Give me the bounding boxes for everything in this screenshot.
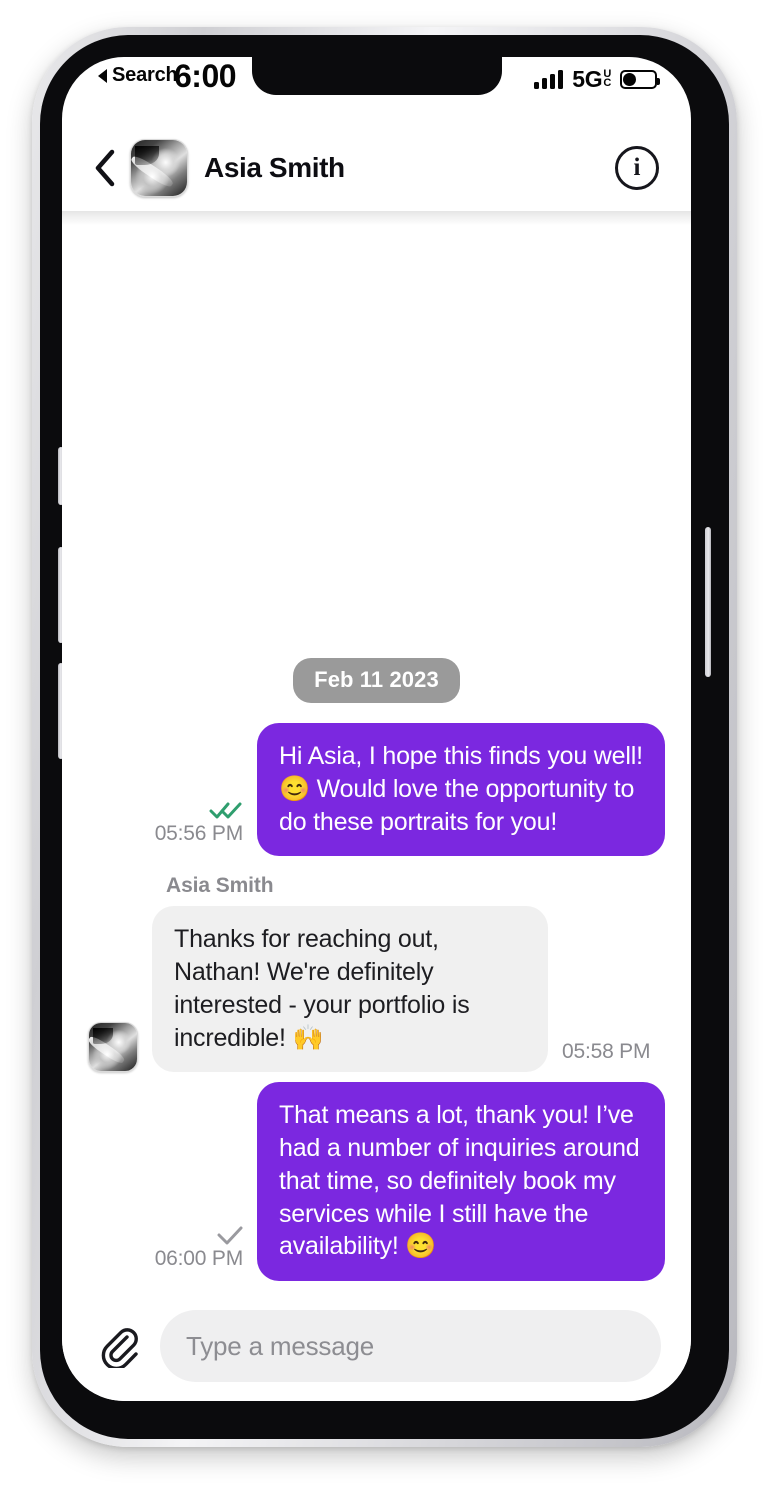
message-bubble: Hi Asia, I hope this finds you well! 😊 W… (257, 723, 665, 857)
message-bubble: That means a lot, thank you! I’ve had a … (257, 1082, 665, 1281)
single-check-icon (209, 1225, 243, 1245)
contact-name: Asia Smith (204, 152, 345, 183)
chat-header: Asia Smith i (62, 125, 691, 225)
triangle-left-icon (98, 68, 107, 83)
message-input-placeholder: Type a message (186, 1330, 374, 1361)
message-meta: 06:00 PM (155, 1225, 243, 1281)
contact-avatar-photo (131, 140, 187, 196)
battery-icon (620, 70, 660, 89)
cellular-bars-icon (534, 70, 564, 89)
message-sender-name: Asia Smith (166, 874, 274, 898)
message-bubble: Thanks for reaching out, Nathan! We're d… (152, 906, 548, 1073)
network-type-indicator: 5G U C (572, 66, 611, 93)
message-row-outgoing[interactable]: 06:00 PM That means a lot, thank you! I’… (88, 1082, 665, 1281)
phone-device-frame: Search 6:00 5G U C Asia Smith i Feb 11 2… (32, 27, 737, 1447)
date-divider-label: Feb 11 2023 (293, 658, 460, 703)
status-bar-right: 5G U C (534, 57, 660, 93)
status-bar-clock: 6:00 (174, 58, 237, 94)
status-bar-left: Search (96, 57, 178, 87)
network-type-label: 5G (572, 66, 603, 92)
message-composer: Type a message (62, 1291, 691, 1401)
network-sub-bottom: C (603, 77, 611, 89)
network-sub-label: U C (603, 68, 611, 89)
back-button[interactable] (88, 149, 122, 187)
message-avatar[interactable] (88, 1022, 138, 1073)
date-divider: Feb 11 2023 (88, 658, 665, 703)
contact-avatar[interactable] (130, 139, 188, 197)
double-check-icon (209, 800, 243, 820)
power-button[interactable] (705, 527, 711, 677)
back-to-app-label: Search (112, 64, 178, 86)
message-list[interactable]: Feb 11 2023 05:56 PM Hi Asia, I hope thi… (62, 211, 691, 1291)
message-timestamp: 05:56 PM (154, 822, 243, 846)
info-circle-icon[interactable]: i (615, 146, 659, 190)
message-timestamp: 06:00 PM (154, 1247, 243, 1270)
info-glyph: i (633, 154, 641, 181)
message-meta: 05:56 PM (155, 800, 243, 856)
phone-screen: Search 6:00 5G U C Asia Smith i Feb 11 2… (62, 57, 691, 1401)
back-to-app-link[interactable]: Search (98, 64, 178, 87)
message-row-outgoing[interactable]: 05:56 PM Hi Asia, I hope this finds you … (88, 723, 665, 857)
screenshot-root: Search 6:00 5G U C Asia Smith i Feb 11 2… (0, 0, 769, 1500)
battery-level-fill (623, 73, 636, 86)
message-input[interactable]: Type a message (160, 1310, 661, 1382)
message-row-incoming[interactable]: Thanks for reaching out, Nathan! We're d… (88, 906, 665, 1073)
status-bar: Search 6:00 5G U C (62, 57, 691, 125)
paperclip-icon[interactable] (94, 1322, 142, 1370)
message-timestamp: 05:58 PM (562, 1040, 651, 1064)
contact-avatar-photo (89, 1023, 137, 1072)
